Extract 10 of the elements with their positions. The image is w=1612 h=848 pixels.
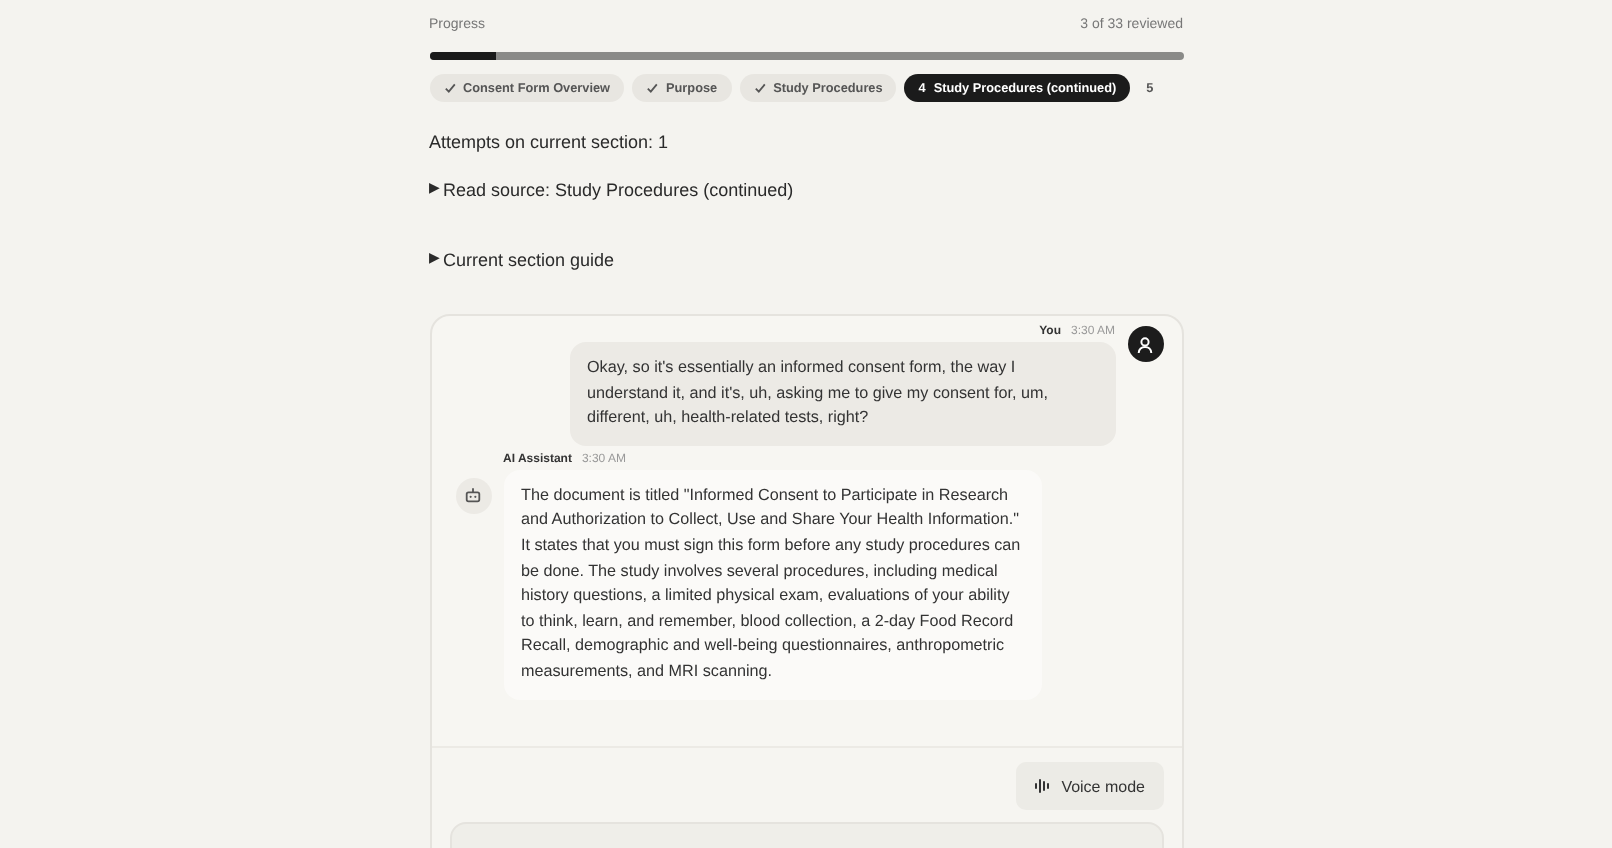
check-icon [443,82,455,94]
waveform-icon [1033,778,1052,794]
user-message: Okay, so it's essentially an informed consent form, the way I understand it, and it's, uh, asking me to give my consent for, um, different, uh, health-related tests, right? [569,342,1115,446]
user-avatar-icon [1127,326,1163,362]
check-icon [646,82,659,94]
check-icon [753,82,766,94]
voice-mode-button[interactable]: Voice mode [1015,762,1163,810]
assistant-message: The document is titled "Informed Consent to Participate in Research and Authorization to Collect, Use and Share Your Health Information." It states that you must sign this form before any study procedures can be done. The study involves several procedures, including medical history questions, a limited physical exam, evaluations of your ability to think, learn, and remember, blood collection, a 2-day Food Record Recall, demographic and well-being questionnaires, anthropometric measurements, and MRI scanning. [503,469,1041,700]
robot-avatar-icon [455,477,491,514]
attempts-text: Attempts on current section: 1 [429,132,671,152]
